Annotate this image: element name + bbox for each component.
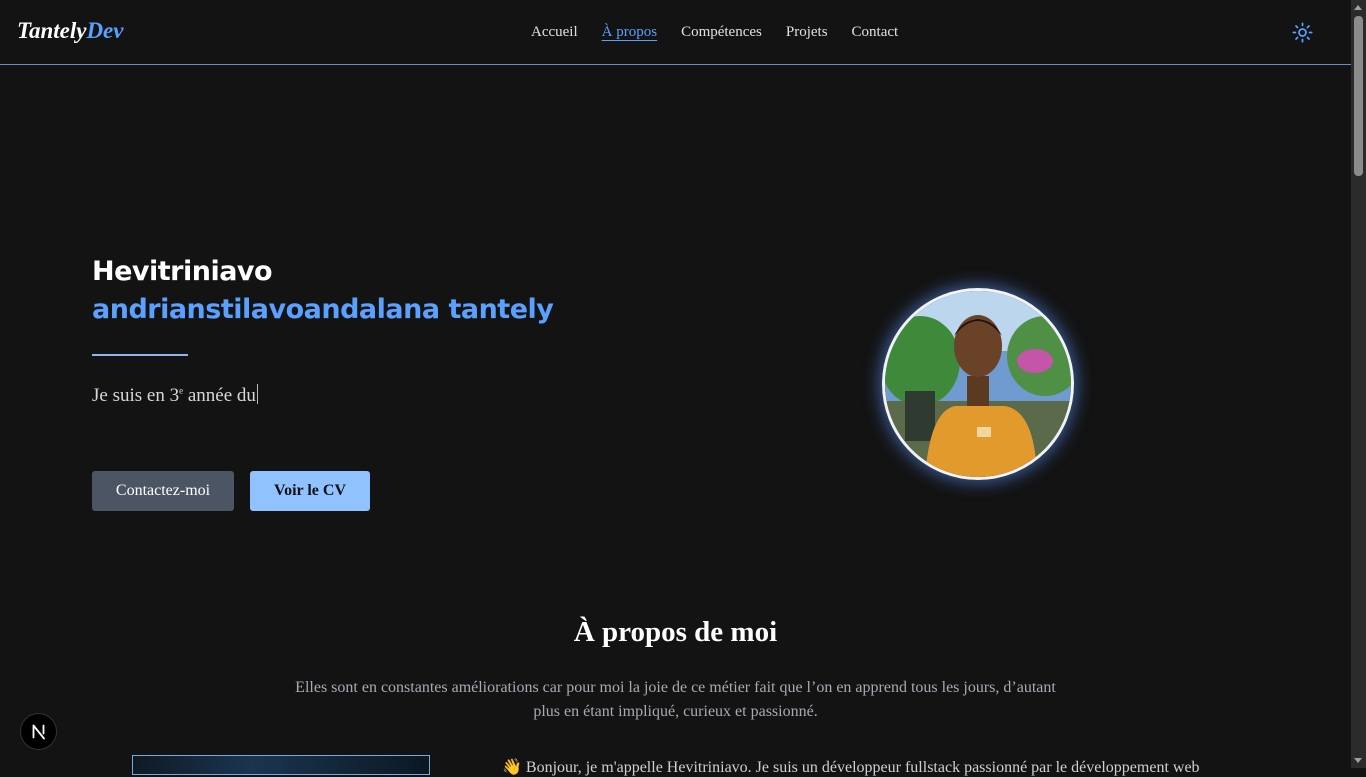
about-image bbox=[132, 755, 430, 775]
scroll-up-arrow-icon[interactable] bbox=[1354, 5, 1362, 10]
profile-photo bbox=[885, 291, 1071, 477]
brand-name-part2: Dev bbox=[86, 18, 124, 43]
typed-prefix: Je suis en 3 bbox=[92, 385, 180, 406]
nav-link-contact[interactable]: Contact bbox=[852, 24, 899, 41]
sun-icon bbox=[1292, 22, 1313, 43]
about-intro-text: 👋 Bonjour, je m'appelle Hevitriniavo. Je… bbox=[502, 757, 1200, 777]
nav-link-competences[interactable]: Compétences bbox=[681, 24, 762, 41]
hero-divider bbox=[92, 354, 188, 356]
nav-links: Accueil À propos Compétences Projets Con… bbox=[531, 24, 898, 41]
nextjs-icon bbox=[32, 724, 45, 740]
top-navbar: TantelyDev Accueil À propos Compétences … bbox=[0, 0, 1351, 65]
nextjs-dev-badge[interactable] bbox=[20, 713, 57, 750]
scroll-down-arrow-icon[interactable] bbox=[1354, 758, 1362, 763]
brand-name-part1: Tantely bbox=[17, 18, 87, 43]
nav-link-projets[interactable]: Projets bbox=[786, 24, 828, 41]
typed-suffix: année du bbox=[183, 385, 256, 406]
profile-avatar bbox=[882, 288, 1074, 480]
view-cv-button[interactable]: Voir le CV bbox=[250, 471, 370, 511]
hero-first-name: Hevitriniavo bbox=[92, 256, 273, 287]
nav-link-accueil[interactable]: Accueil bbox=[531, 24, 578, 41]
about-section-description: Elles sont en constantes améliorations c… bbox=[295, 679, 1056, 720]
page-scrollbar[interactable] bbox=[1351, 0, 1366, 768]
contact-me-button[interactable]: Contactez-moi bbox=[92, 471, 234, 511]
about-section-title: À propos de moi bbox=[573, 616, 778, 648]
brand-logo[interactable]: TantelyDev bbox=[17, 18, 123, 44]
theme-toggle-button[interactable] bbox=[1292, 22, 1313, 43]
hero-typed-text: Je suis en 3e année du bbox=[92, 384, 258, 407]
nav-link-a-propos[interactable]: À propos bbox=[602, 24, 657, 41]
hero-last-name: andrianstilavoandalana tantely bbox=[92, 294, 554, 325]
scrollbar-thumb[interactable] bbox=[1354, 16, 1363, 176]
typing-caret bbox=[256, 384, 258, 404]
